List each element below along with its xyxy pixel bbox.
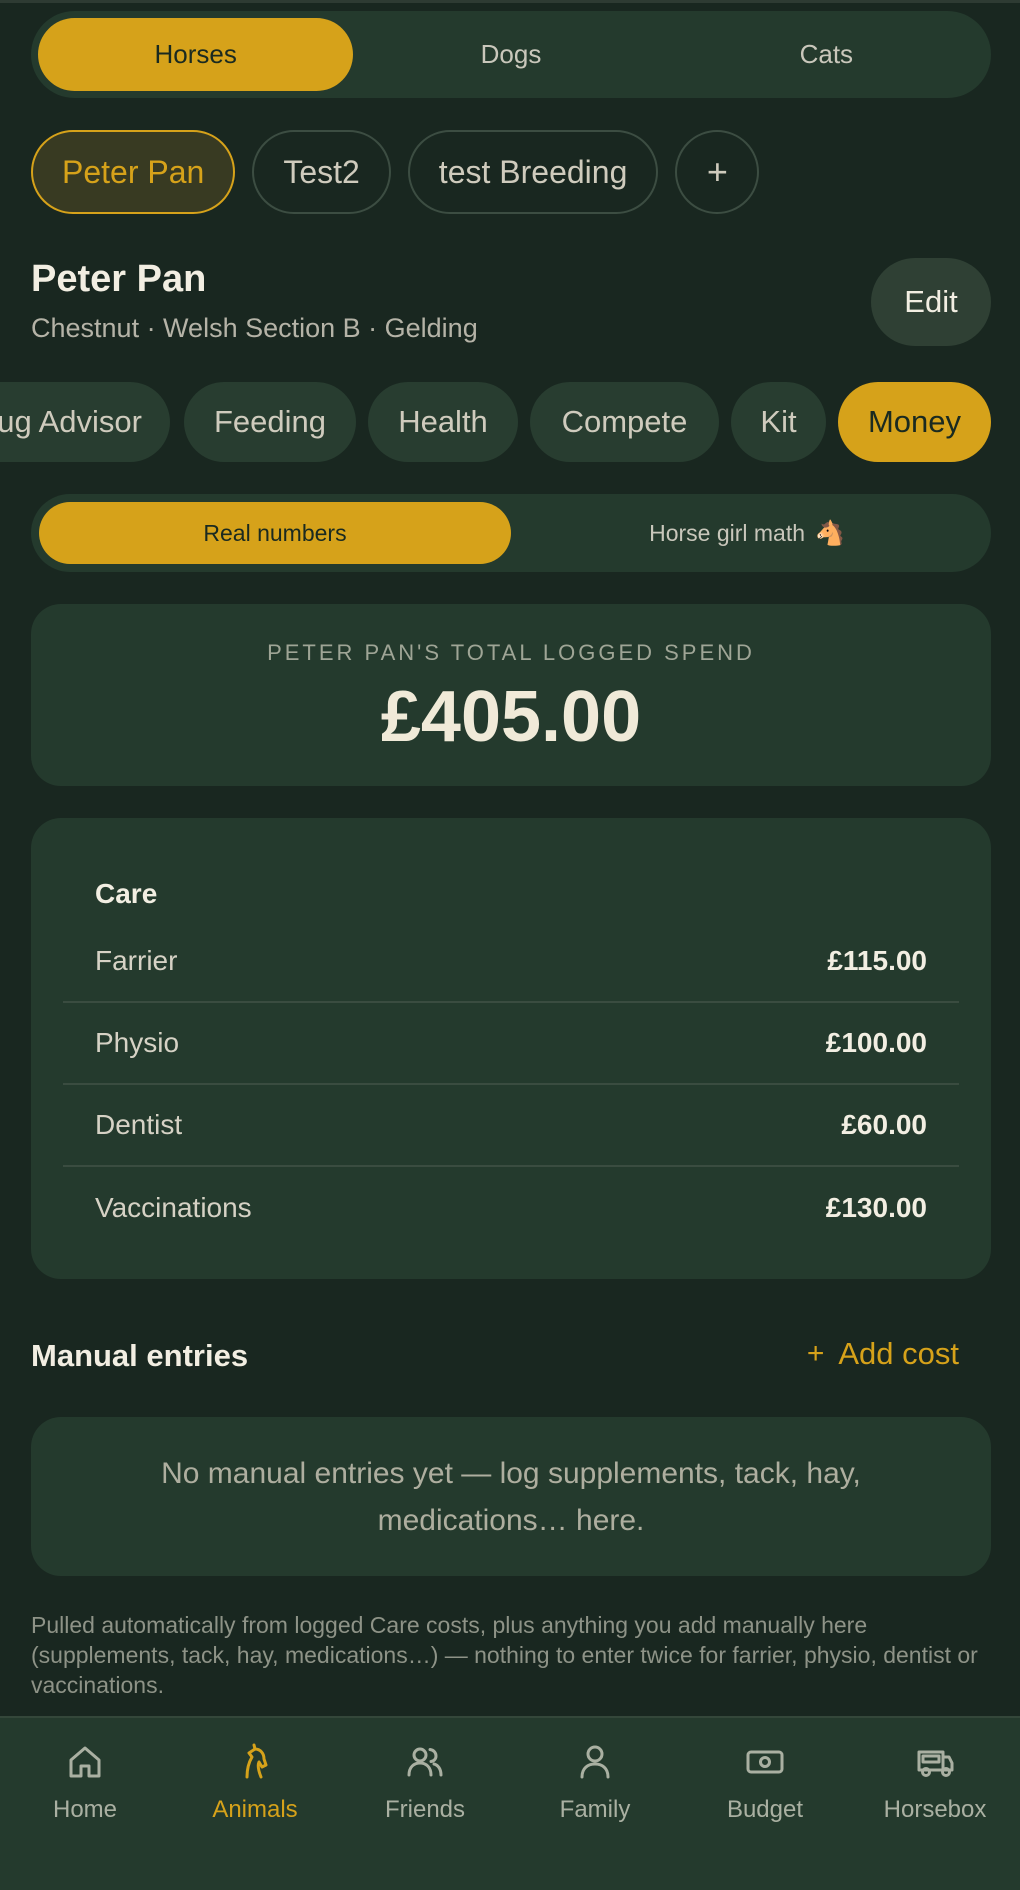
empty-state-text: No manual entries yet — log supplements,… xyxy=(161,1456,861,1537)
footnote: Pulled automatically from logged Care co… xyxy=(31,1612,978,1698)
manual-entries-empty: No manual entries yet — log supplements,… xyxy=(31,1417,991,1576)
mode-toggle: Real numbers Horse girl math 🐴 xyxy=(31,494,991,572)
plus-icon: + xyxy=(806,1337,825,1370)
nav-label: Animals xyxy=(212,1796,298,1823)
nav-animals[interactable]: Animals xyxy=(170,1742,340,1842)
tab-kit[interactable]: Kit xyxy=(731,382,826,462)
nav-home[interactable]: Home xyxy=(0,1742,170,1842)
care-row-dentist: Dentist £60.00 xyxy=(63,1085,959,1167)
manual-entries-title: Manual entries xyxy=(31,1338,249,1373)
add-horse-button[interactable]: + xyxy=(675,130,760,214)
tab-feeding[interactable]: Feeding xyxy=(184,382,356,462)
plus-icon: + xyxy=(706,151,728,192)
money-screen: Horses Dogs Cats Peter Pan Test2 test Br… xyxy=(0,0,1020,1890)
care-costs-card: Care Farrier £115.00 Physio £100.00 Dent… xyxy=(31,818,991,1279)
bottom-nav: Home Animals Friends Family Budget Horse… xyxy=(0,1716,1020,1890)
nav-family[interactable]: Family xyxy=(510,1742,680,1842)
add-cost-label: Add cost xyxy=(838,1336,959,1371)
horse-name: Peter Pan xyxy=(31,258,207,300)
horse-girl-math-toggle[interactable]: Horse girl math 🐴 xyxy=(511,502,983,564)
section-tabs: ug Advisor Feeding Health Compete Kit Mo… xyxy=(0,382,1020,462)
care-row-amount: £60.00 xyxy=(841,1109,927,1140)
horse-details: Chestnut · Welsh Section B · Gelding xyxy=(31,313,478,343)
tab-health[interactable]: Health xyxy=(368,382,518,462)
species-tab-dogs[interactable]: Dogs xyxy=(353,18,668,91)
real-numbers-label: Real numbers xyxy=(203,519,347,546)
tab-money[interactable]: Money xyxy=(838,382,991,462)
care-row-amount: £100.00 xyxy=(825,1027,927,1058)
species-tab-cats[interactable]: Cats xyxy=(669,18,984,91)
tab-advisor[interactable]: ug Advisor xyxy=(0,382,170,462)
horse-girl-math-label: Horse girl math xyxy=(649,519,806,546)
nav-label: Home xyxy=(52,1796,118,1823)
nav-label: Budget xyxy=(726,1796,804,1823)
money-icon xyxy=(746,1750,784,1774)
top-divider xyxy=(0,0,1020,3)
care-title: Care xyxy=(95,878,158,909)
person-icon xyxy=(580,1745,610,1779)
horse-chip-peter-pan[interactable]: Peter Pan xyxy=(31,130,236,214)
care-row-amount: £115.00 xyxy=(827,945,927,976)
care-row-vaccinations: Vaccinations £130.00 xyxy=(63,1167,959,1249)
care-row-physio: Physio £100.00 xyxy=(63,1003,959,1085)
nav-horsebox[interactable]: Horsebox xyxy=(850,1742,1020,1842)
nav-friends[interactable]: Friends xyxy=(340,1742,510,1842)
add-cost-button[interactable]: + Add cost xyxy=(807,1336,959,1372)
horse-selector: Peter Pan Test2 test Breeding + xyxy=(31,130,760,214)
species-switcher: Horses Dogs Cats xyxy=(31,11,991,98)
total-spend-value: £405.00 xyxy=(380,677,642,757)
nav-budget[interactable]: Budget xyxy=(680,1742,850,1842)
nav-label: Family xyxy=(559,1796,631,1823)
care-row-farrier: Farrier £115.00 xyxy=(63,921,959,1003)
total-spend-label: PETER PAN'S TOTAL LOGGED SPEND xyxy=(267,640,755,665)
home-icon xyxy=(69,1746,101,1778)
friends-icon xyxy=(407,1747,443,1777)
tab-compete[interactable]: Compete xyxy=(530,382,719,462)
horse-emoji-icon: 🐴 xyxy=(815,519,845,547)
care-row-amount: £130.00 xyxy=(825,1192,927,1223)
edit-button[interactable]: Edit xyxy=(871,258,991,346)
care-row-label: Dentist xyxy=(95,1109,183,1140)
horse-icon xyxy=(245,1743,268,1779)
real-numbers-toggle[interactable]: Real numbers xyxy=(39,502,511,564)
horsebox-icon xyxy=(917,1750,954,1777)
species-tab-horses[interactable]: Horses xyxy=(38,18,354,91)
care-row-label: Farrier xyxy=(95,945,178,976)
nav-label: Friends xyxy=(384,1796,466,1823)
nav-label: Horsebox xyxy=(883,1796,987,1823)
total-spend-card: PETER PAN'S TOTAL LOGGED SPEND £405.00 xyxy=(31,604,991,786)
care-row-label: Physio xyxy=(95,1027,180,1058)
horse-chip-test2[interactable]: Test2 xyxy=(252,130,391,214)
care-row-label: Vaccinations xyxy=(95,1192,252,1223)
horse-chip-test-breeding[interactable]: test Breeding xyxy=(407,130,659,214)
